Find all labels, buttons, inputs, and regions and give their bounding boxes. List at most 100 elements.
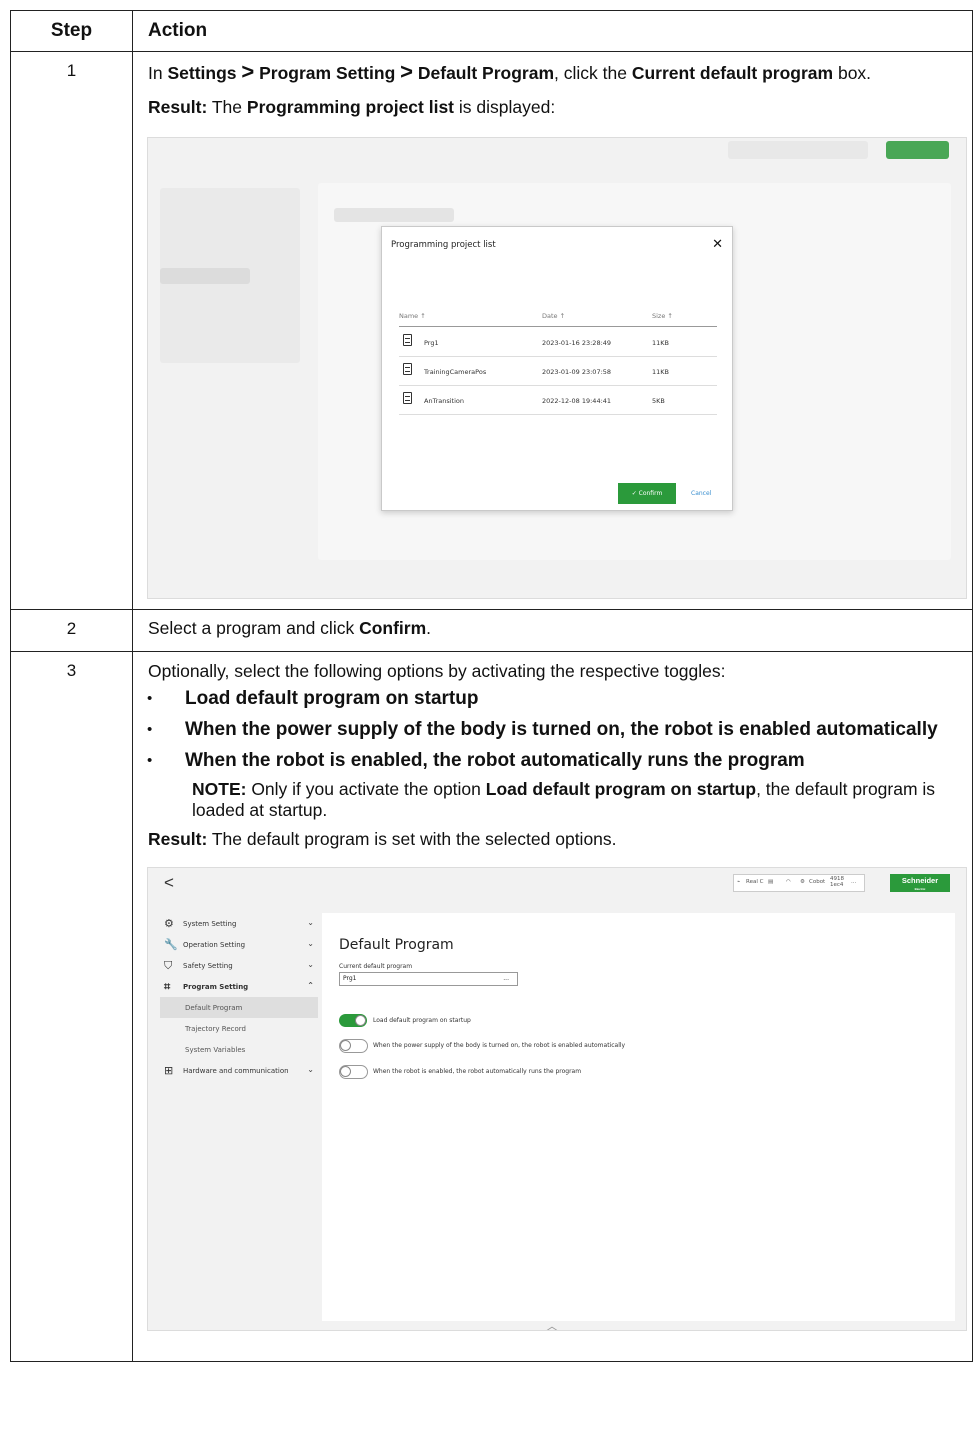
toggle-auto-enable[interactable] <box>339 1039 368 1053</box>
settings-content: Default Program Current default program … <box>322 913 955 1321</box>
sidebar-item-operation-setting[interactable]: 🔧 Operation Setting ⌄ <box>160 934 318 955</box>
toggle-label: Load default program on startup <box>373 1017 471 1024</box>
file-icon <box>403 363 412 375</box>
option-item: When the power supply of the body is tur… <box>133 719 972 741</box>
chevron-down-icon: ⌄ <box>307 918 314 927</box>
separator: > <box>241 59 255 84</box>
sidebar-label: Program Setting <box>183 983 249 991</box>
text: box. <box>833 63 872 83</box>
procedure-table: Step Action 1 In Settings > Program Sett… <box>10 10 973 1362</box>
list-item[interactable]: TrainingCameraPos 2023-01-09 23:07:58 11… <box>399 357 717 386</box>
network-icon: ⊞ <box>164 1064 174 1077</box>
robot-icon: ⚙ <box>800 879 805 885</box>
sidebar-subitem-trajectory-record[interactable]: Trajectory Record <box>160 1018 318 1039</box>
signal-icon: ⌁ <box>737 879 741 885</box>
browse-icon[interactable]: ... <box>503 975 509 982</box>
sidebar-item-hardware[interactable]: ⊞ Hardware and communication ⌄ <box>160 1060 318 1081</box>
brand-sub: Electric <box>914 887 926 891</box>
toggle-label: When the robot is enabled, the robot aut… <box>373 1068 582 1075</box>
gear-icon: ⚙ <box>164 917 174 930</box>
chevron-left-icon[interactable]: < <box>164 873 174 893</box>
wrench-icon: 🔧 <box>164 938 178 951</box>
dialog-title: Programming project list <box>391 240 496 250</box>
clipboard-icon: ▤ <box>768 879 774 885</box>
chevron-down-icon: ⌄ <box>307 960 314 969</box>
confirm-button[interactable]: ✓ Confirm <box>618 483 676 504</box>
result-label: Result: <box>148 829 208 849</box>
sidebar-subitem-system-variables[interactable]: System Variables <box>160 1039 318 1060</box>
separator: > <box>400 59 413 84</box>
cancel-button[interactable]: Cancel <box>691 490 711 497</box>
confirm-ref: Confirm <box>359 618 427 638</box>
note: NOTE: Only if you activate the option Lo… <box>133 779 972 821</box>
toggle-load-on-startup[interactable] <box>339 1014 367 1027</box>
more-icon[interactable]: ... <box>851 879 856 885</box>
table-row: 1 In Settings > Program Setting > Defaul… <box>10 51 973 610</box>
file-size: 11KB <box>652 368 669 376</box>
status-bar: ⌁ Real C ▤ ◠ ⚙ Cobot 4918 1ec4 ... <box>733 874 865 892</box>
header-step: Step <box>10 10 133 52</box>
intro-text: Optionally, select the following options… <box>148 661 726 681</box>
shield-icon: ⛉ <box>164 959 173 972</box>
column-header-date[interactable]: Date ↑ <box>542 312 565 320</box>
sidebar-item-safety-setting[interactable]: ⛉ Safety Setting ⌄ <box>160 955 318 976</box>
current-default-program-ref: Current default program <box>631 63 834 83</box>
text: is displayed: <box>454 97 556 117</box>
action-cell: Optionally, select the following options… <box>132 651 973 1362</box>
file-date: 2022-12-08 19:44:41 <box>542 397 612 405</box>
subitem-label: System Variables <box>185 1046 246 1054</box>
list-item[interactable]: Prg1 2023-01-16 23:28:49 11KB <box>399 328 717 357</box>
text: The default program is set with the sele… <box>207 829 617 849</box>
chevron-down-icon: ⌄ <box>307 1065 314 1074</box>
result-text: Result: The default program is set with … <box>133 829 972 850</box>
note-bold: Load default program on startup <box>485 779 757 799</box>
file-icon <box>403 334 412 346</box>
brand-logo: Schneider Electric <box>890 874 950 892</box>
header-action: Action <box>132 10 973 52</box>
file-size: 11KB <box>652 339 669 347</box>
sidebar-subitem-default-program[interactable]: Default Program <box>160 997 318 1018</box>
field-label: Current default program <box>339 963 413 970</box>
note-label: NOTE: <box>192 779 247 799</box>
sidebar-label: Operation Setting <box>183 941 246 949</box>
column-header-name[interactable]: Name ↑ <box>399 312 426 320</box>
text: . <box>426 618 432 638</box>
column-header-size[interactable]: Size ↑ <box>652 312 673 320</box>
toggle-auto-run[interactable] <box>339 1065 368 1079</box>
text: Select a program and click <box>148 618 360 638</box>
file-date: 2023-01-09 23:07:58 <box>542 368 612 376</box>
chevron-up-icon[interactable]: ︿ <box>546 1317 558 1330</box>
table-row: 3 Optionally, select the following optio… <box>10 651 973 1362</box>
sidebar-item-program-setting[interactable]: ⌗ Program Setting ⌃ <box>160 976 318 997</box>
action-cell: Select a program and click Confirm. <box>132 609 973 652</box>
list-item[interactable]: AnTransition 2022-12-08 19:44:41 5KB <box>399 386 717 415</box>
chevron-up-icon: ⌃ <box>307 981 314 990</box>
status-cobot: Cobot <box>809 879 826 885</box>
close-icon[interactable]: ✕ <box>712 236 723 252</box>
screenshot-project-list: Programming project list ✕ Name ↑ Date ↑… <box>147 137 967 599</box>
sidebar-item-system-setting[interactable]: ⚙ System Setting ⌄ <box>160 913 318 934</box>
file-name: TrainingCameraPos <box>424 368 487 376</box>
text: In <box>148 63 168 83</box>
step-number: 2 <box>10 609 133 652</box>
file-name: Prg1 <box>424 339 439 347</box>
table-header-row: Step Action <box>10 10 973 52</box>
programming-project-list-dialog: Programming project list ✕ Name ↑ Date ↑… <box>381 226 733 511</box>
file-icon <box>403 392 412 404</box>
screenshot-default-program: < ⌁ Real C ▤ ◠ ⚙ Cobot 4918 1ec4 ... Sch… <box>147 867 967 1331</box>
file-size: 5KB <box>652 397 665 405</box>
table-row: 2 Select a program and click Confirm. <box>10 609 973 652</box>
settings-sidebar: ⚙ System Setting ⌄ 🔧 Operation Setting ⌄… <box>160 913 320 1293</box>
file-date: 2023-01-16 23:28:49 <box>542 339 612 347</box>
chevron-down-icon: ⌄ <box>307 939 314 948</box>
field-value: Prg1 <box>343 975 357 982</box>
option-item: When the robot is enabled, the robot aut… <box>133 750 972 772</box>
instruction-text: In Settings > Program Setting > Default … <box>133 52 972 84</box>
current-default-program-field[interactable]: Prg1 ... <box>339 972 518 986</box>
status-real: Real C <box>746 879 764 885</box>
step-number: 3 <box>10 651 133 1362</box>
menu-program-setting: Program Setting <box>259 63 396 83</box>
app-topbar: < ⌁ Real C ▤ ◠ ⚙ Cobot 4918 1ec4 ... Sch… <box>148 868 966 908</box>
result-bold: Programming project list <box>246 97 455 117</box>
menu-default-program: Default Program <box>417 63 555 83</box>
